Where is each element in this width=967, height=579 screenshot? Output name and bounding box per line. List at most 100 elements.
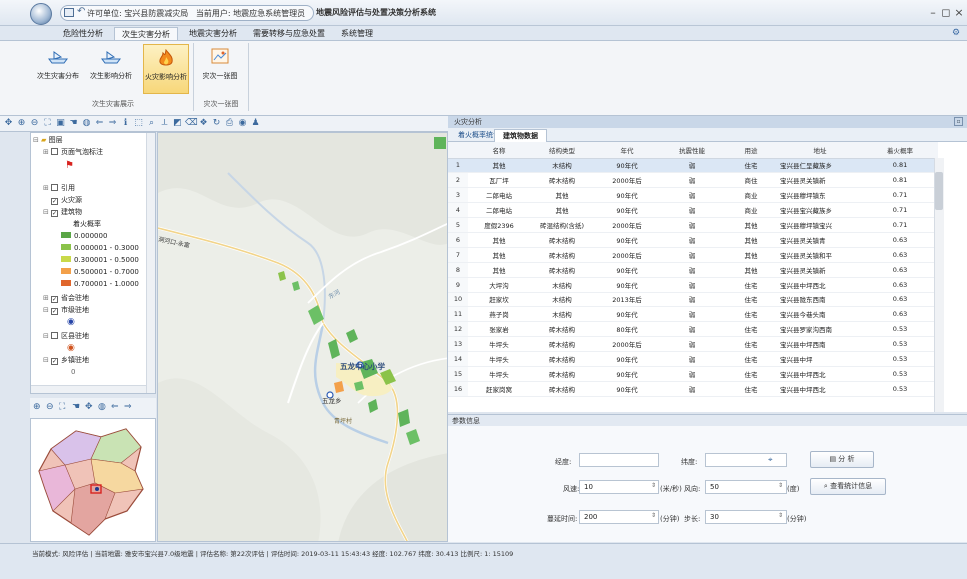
lon-input[interactable] [579,453,659,467]
hand-icon[interactable]: ☚ [72,402,80,412]
layer-item[interactable]: ⊟ ✓ 市级驻地 [43,305,89,315]
column-header[interactable]: 年代 [594,142,660,159]
clear-icon[interactable]: ⌫ [185,118,198,129]
identify-icon[interactable]: ℹ [120,118,131,129]
table-row[interactable]: 4 二郎电站 其他 90年代弱商业 宝兴县宝兴藏族乡 0.71 [448,202,938,219]
column-header[interactable]: 用途 [724,142,778,159]
column-header[interactable]: 名称 [468,142,530,159]
table-row[interactable]: 10 赶家坎 木结构 2013年后弱住宅 宝兴县陇东西南 0.63 [448,292,938,308]
spinner-icon[interactable]: ⇕ [778,482,783,489]
help-icon[interactable]: ⚙ [952,28,960,38]
app-menu-orb[interactable] [30,3,52,25]
layer-checkbox[interactable]: ✓ [51,210,58,217]
area-icon[interactable]: ◩ [172,118,183,129]
table-row[interactable]: 8 其他 砖木结构 90年代弱其他 宝兴县灵关镇新 0.63 [448,262,938,278]
layer-item[interactable]: ⊞ 页面气泡标注 [43,147,103,157]
table-row[interactable]: 7 其他 砖木结构 2000年后弱其他 宝兴县灵关镇和平 0.63 [448,247,938,263]
tab-earthquake-disaster[interactable]: 地震灾害分析 [182,27,244,40]
overview-map[interactable] [30,418,156,542]
column-header[interactable]: 着火概率 [862,142,938,159]
table-row[interactable]: 11 燕子岗 木结构 90年代弱住宅 宝兴县今巷头南 0.63 [448,306,938,323]
find-icon[interactable]: ⌕ [146,118,157,129]
back-arrow-icon[interactable]: ⇐ [111,402,119,412]
table-row[interactable]: 12 张家岩 砖木结构 80年代弱住宅 宝兴县罗家沟西南 0.53 [448,321,938,338]
map-pick-icon[interactable]: ⌖ [768,455,773,465]
layer-root[interactable]: ⊟ ▰ 图层 [33,135,63,145]
table-row[interactable]: 3 二郎电站 其他 90年代弱商业 宝兴县穆坪镇东 0.71 [448,187,938,204]
wind-dir-input[interactable]: 50 [705,480,787,494]
refresh-icon[interactable]: ↻ [211,118,222,129]
tab-system-management[interactable]: 系统管理 [334,27,380,40]
wind-speed-input[interactable]: 10 [579,480,659,494]
zoom-out-icon[interactable]: ⊖ [46,402,54,412]
spinner-icon[interactable]: ⇕ [651,482,656,489]
globe-icon[interactable]: ◍ [98,402,106,412]
table-row[interactable]: 2 瓦厂坪 砖木结构 2000年后弱商住 宝兴县灵关镇新 0.81 [448,172,938,189]
close-button[interactable]: × [953,6,965,19]
spread-time-input[interactable]: 200 [579,510,659,524]
table-row[interactable]: 9 大坪沟 木结构 90年代弱住宅 宝兴县中坪西北 0.63 [448,277,938,293]
layer-item[interactable]: ⊞ ✓ 省会驻地 [43,293,89,303]
layer-checkbox[interactable] [51,332,58,339]
table-row[interactable]: 6 其他 砖木结构 90年代弱其他 宝兴县灵关镇青 0.63 [448,232,938,248]
table-scroll-thumb[interactable] [935,172,943,210]
analyze-button[interactable]: ▤ 分 析 [810,451,874,468]
layer-item[interactable]: ✓ 火灾源 [51,195,82,205]
layer-checkbox[interactable]: ✓ [51,198,58,205]
spinner-icon[interactable]: ⇕ [651,512,656,519]
map-view[interactable]: 五龙中心小学 五龙乡 洞河口-永富 青坪村 东河 [157,132,448,542]
layer-icon[interactable]: ❖ [198,118,209,129]
back-arrow-icon[interactable]: ⇐ [94,118,105,129]
layer-checkbox[interactable] [51,148,58,155]
fixed-zoom-icon[interactable]: ▣ [55,118,66,129]
forward-arrow-icon[interactable]: ⇒ [107,118,118,129]
layer-item[interactable]: ⊟ ✓ 建筑物 [43,207,82,217]
layer-tree-vscrollbar[interactable] [146,133,155,393]
table-row[interactable]: 5 度假2396 砖混结构(含纸) 2000年后弱其他 宝兴县穆坪镇宝兴 0.71 [448,217,938,233]
step-input[interactable]: 30 [705,510,787,524]
layer-tree-hscrollbar[interactable] [31,385,146,393]
tab-hazard-analysis[interactable]: 危险性分析 [56,27,110,40]
globe-icon[interactable]: ◍ [81,118,92,129]
undo-icon[interactable]: ↶ [77,6,85,17]
tab-building-data[interactable]: 建筑物数据 [494,129,547,142]
layer-item[interactable]: ⊟ 区县驻地 [43,331,89,341]
print-icon[interactable]: ⎙ [224,118,235,129]
table-row[interactable]: 16 赶家岗窝 砖木结构 90年代弱住宅 宝兴县中坪西北 0.53 [448,381,938,397]
minimize-button[interactable]: – [927,6,939,19]
zoom-in-icon[interactable]: ⊕ [16,118,27,129]
layer-checkbox[interactable] [51,184,58,191]
fixed-zoom-icon[interactable]: ⛶ [59,402,65,412]
zoom-in-icon[interactable]: ⊕ [33,402,41,412]
column-header[interactable]: 抗震性能 [660,142,724,159]
pan-icon[interactable]: ✥ [3,118,14,129]
pan-icon[interactable]: ✥ [85,402,93,412]
panel-pin-icon[interactable]: ▫ [954,117,963,126]
full-extent-icon[interactable]: ⛶ [42,118,53,129]
layer-checkbox[interactable]: ✓ [51,296,58,303]
ribbon-disaster-map-button[interactable]: 灾次一张图 [197,44,243,94]
lat-input[interactable] [705,453,787,467]
table-row[interactable]: 15 牛坪头 砖木结构 90年代弱住宅 宝兴县中坪西北 0.53 [448,366,938,382]
ribbon-secondary-impact-button[interactable]: 次生影响分析 [88,44,134,94]
layer-item[interactable]: ⊞ 引用 [43,183,75,193]
column-header[interactable]: 结构类型 [530,142,594,159]
ribbon-fire-analysis-button[interactable]: 火灾影响分析 [143,44,189,94]
column-header[interactable]: 地址 [778,142,862,159]
tab-secondary-disaster[interactable]: 次生灾害分析 [114,27,178,40]
spinner-icon[interactable]: ⇕ [778,512,783,519]
table-row[interactable]: 1 其他 木结构 90年代弱住宅 宝兴县仁呈藏族乡 0.81 [448,158,938,174]
table-row[interactable]: 13 牛坪头 砖木结构 2000年后弱住宅 宝兴县中坪西南 0.53 [448,336,938,353]
table-row[interactable]: 14 牛坪头 砖木结构 90年代弱住宅 宝兴县中坪 0.53 [448,351,938,367]
restore-button[interactable]: ◻ [940,6,952,19]
view-stats-button[interactable]: ⌕ 查看统计信息 [810,478,886,495]
layer-item[interactable]: ⊟ ✓ 乡镇驻地 [43,355,89,365]
ribbon-secondary-distribution-button[interactable]: 次生灾害分布 [35,44,81,94]
zoom-out-icon[interactable]: ⊖ [29,118,40,129]
person-icon[interactable]: ♟ [250,118,261,129]
save-icon[interactable] [64,8,74,17]
layer-checkbox[interactable]: ✓ [51,308,58,315]
tab-transfer-response[interactable]: 需要转移与应急处置 [246,27,332,40]
hand-icon[interactable]: ☚ [68,118,79,129]
earth-icon[interactable]: ◉ [237,118,248,129]
